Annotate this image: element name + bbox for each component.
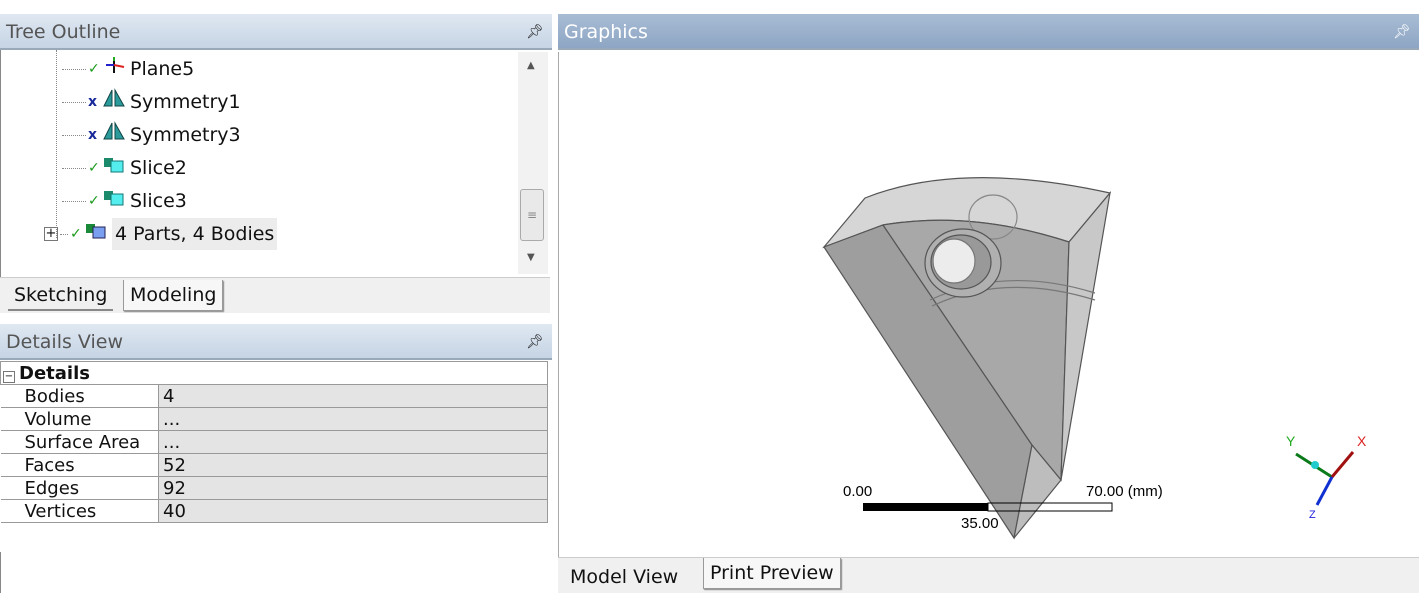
tree-item-label: Symmetry1 bbox=[130, 91, 241, 113]
hole bbox=[932, 238, 976, 284]
x-icon: x bbox=[88, 127, 98, 143]
details-value[interactable]: 52 bbox=[158, 453, 548, 477]
details-value[interactable]: 92 bbox=[158, 476, 548, 500]
slice-icon bbox=[102, 152, 130, 184]
tab-model-view[interactable]: Model View bbox=[564, 562, 685, 593]
tree-item[interactable]: ✓ Slice3 bbox=[62, 185, 187, 217]
details-value[interactable]: ... bbox=[158, 430, 548, 454]
details-key: Edges bbox=[0, 476, 159, 500]
expand-icon[interactable]: + bbox=[44, 227, 58, 241]
tree-item-label: Slice3 bbox=[130, 190, 187, 212]
tree-item[interactable]: ✓ Slice2 bbox=[62, 152, 187, 184]
tree-item-label: Symmetry3 bbox=[130, 124, 241, 146]
parts-icon bbox=[84, 218, 112, 250]
tree-item-label: Slice2 bbox=[130, 157, 187, 179]
details-key: Bodies bbox=[0, 384, 159, 408]
details-key: Vertices bbox=[0, 499, 159, 523]
details-section: Details bbox=[19, 362, 90, 384]
details-key: Faces bbox=[0, 453, 159, 477]
tab-modeling[interactable]: Modeling bbox=[123, 280, 224, 311]
scale-bar-black bbox=[863, 503, 988, 511]
scale-start: 0.00 bbox=[843, 483, 872, 500]
scroll-up-icon[interactable]: ▲ bbox=[527, 60, 535, 71]
scroll-down-icon[interactable]: ▼ bbox=[527, 252, 535, 263]
details-row[interactable]: Vertices 40 bbox=[0, 499, 548, 523]
scale-end: 70.00 (mm) bbox=[1086, 483, 1163, 500]
graphics-title: Graphics bbox=[564, 21, 648, 43]
tree-item-label: Plane5 bbox=[130, 58, 195, 80]
details-row[interactable]: Surface Area... bbox=[0, 430, 548, 454]
tree-outline-header: Tree Outline 📌︎ bbox=[0, 14, 552, 50]
collapse-icon[interactable]: − bbox=[3, 370, 15, 383]
graphics-header: Graphics 📌︎ bbox=[558, 14, 1419, 50]
tree-item[interactable]: x Symmetry3 bbox=[62, 119, 241, 151]
tree-item[interactable]: ✓ Plane5 bbox=[62, 53, 194, 85]
symmetry-icon bbox=[102, 119, 130, 151]
tree-item[interactable]: + ✓ 4 Parts, 4 Bodies bbox=[44, 218, 278, 250]
plane-icon bbox=[102, 53, 130, 85]
details-row[interactable]: Bodies 4 bbox=[0, 384, 548, 408]
details-view-title: Details View bbox=[6, 331, 123, 353]
x-icon: x bbox=[88, 94, 98, 110]
graphics-tabs: Model View Print Preview bbox=[558, 557, 1419, 593]
scale-mid: 35.00 bbox=[961, 515, 999, 532]
slice-icon bbox=[102, 185, 130, 217]
graphics-viewport[interactable]: 0.00 35.00 70.00 (mm) Y X Z bbox=[558, 52, 1419, 557]
details-value[interactable]: 4 bbox=[158, 384, 548, 408]
tree-scrollbar[interactable]: ▲ ≡ ▼ bbox=[518, 52, 548, 274]
pin-icon[interactable]: 📌︎ bbox=[526, 324, 544, 360]
check-icon: ✓ bbox=[88, 193, 100, 209]
details-value[interactable]: ... bbox=[158, 407, 548, 431]
details-table: − Details Bodies 4 Volume... Surface Area...… bbox=[0, 361, 548, 523]
tree-connector bbox=[56, 50, 57, 238]
pin-icon[interactable]: 📌︎ bbox=[526, 14, 544, 50]
details-row[interactable]: Faces 52 bbox=[0, 453, 548, 477]
details-key: Surface Area bbox=[0, 430, 159, 454]
details-row[interactable]: Edges 92 bbox=[0, 476, 548, 500]
details-view-header: Details View 📌︎ bbox=[0, 324, 552, 360]
model-canvas[interactable]: 0.00 35.00 70.00 (mm) Y X Z bbox=[559, 52, 1419, 557]
tab-sketching[interactable]: Sketching bbox=[8, 280, 114, 311]
details-value[interactable]: 40 bbox=[158, 499, 548, 523]
axis-y: Y bbox=[1286, 433, 1296, 449]
tree-outline-title: Tree Outline bbox=[6, 21, 121, 43]
tree-item-label: 4 Parts, 4 Bodies bbox=[112, 218, 278, 250]
tree-tabs: Sketching Modeling bbox=[0, 277, 550, 313]
check-icon: ✓ bbox=[70, 226, 82, 242]
details-row[interactable]: Volume... bbox=[0, 407, 548, 431]
check-icon: ✓ bbox=[88, 160, 100, 176]
symmetry-icon bbox=[102, 86, 130, 118]
axis-triad-icon: Y X Z bbox=[1286, 433, 1367, 521]
details-key: Volume bbox=[0, 407, 159, 431]
scroll-thumb[interactable]: ≡ bbox=[520, 189, 544, 241]
check-icon: ✓ bbox=[88, 61, 100, 77]
tab-print-preview[interactable]: Print Preview bbox=[703, 558, 841, 589]
axis-x: X bbox=[1357, 433, 1367, 449]
axis-z: Z bbox=[1309, 509, 1316, 521]
tree-item[interactable]: x Symmetry1 bbox=[62, 86, 241, 118]
pin-icon[interactable]: 📌︎ bbox=[1393, 14, 1411, 50]
